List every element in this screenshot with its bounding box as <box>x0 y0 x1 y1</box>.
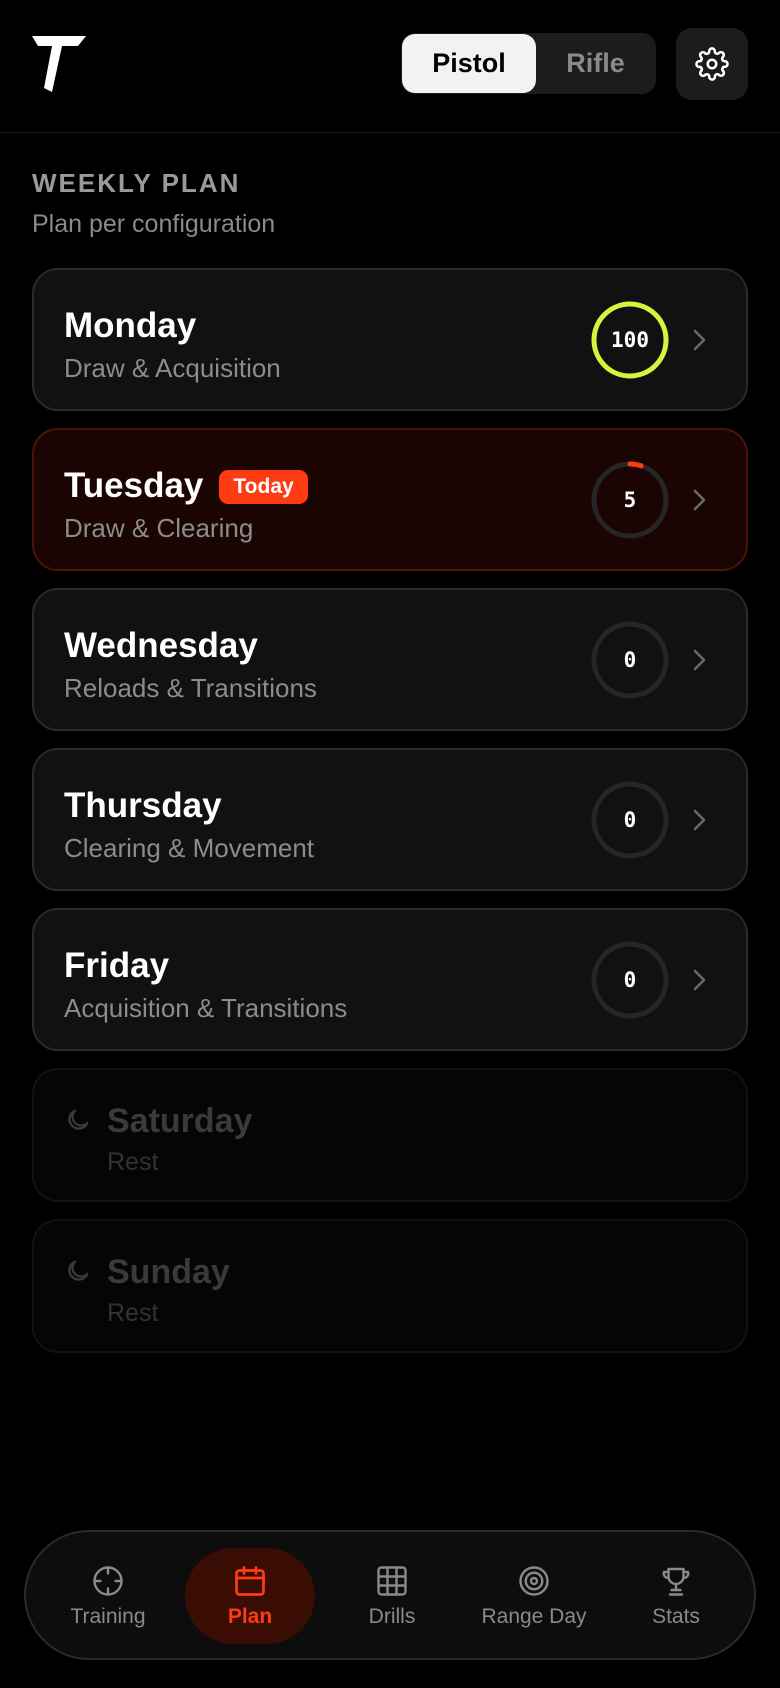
moon-icon <box>68 1260 89 1281</box>
trophy-icon <box>662 1567 690 1596</box>
chevron-right-icon <box>693 649 706 671</box>
day-focus: Acquisition & Transitions <box>64 993 348 1023</box>
progress-ring: 5 <box>590 460 670 540</box>
nav-range-day[interactable]: Range Day <box>469 1548 599 1644</box>
calendar-icon <box>235 1566 265 1596</box>
day-card-thursday[interactable]: Thursday Clearing & Movement 0 <box>32 748 748 891</box>
nav-training[interactable]: Training <box>43 1548 173 1644</box>
section-subtitle: Plan per configuration <box>32 210 276 238</box>
chevron-right-icon <box>693 329 706 351</box>
top-bar: Pistol Rifle <box>0 0 780 133</box>
progress-value: 100 <box>611 328 649 352</box>
weapon-segmented-control: Pistol Rifle <box>401 33 656 94</box>
progress-value: 5 <box>623 488 637 512</box>
target-icon <box>519 1566 549 1596</box>
chevron-right-icon <box>693 809 706 831</box>
day-card-monday[interactable]: Monday Draw & Acquisition 100 <box>32 268 748 411</box>
chevron-right-icon <box>693 489 706 511</box>
day-name: Saturday <box>107 1102 253 1140</box>
nav-label: Range Day <box>481 1605 587 1628</box>
day-name: Wednesday <box>64 626 258 665</box>
progress-value: 0 <box>623 648 637 672</box>
day-name: Tuesday Today <box>64 466 308 506</box>
day-card-tuesday[interactable]: Tuesday Today Draw & Clearing 5 <box>32 428 748 571</box>
bottom-nav: Training Plan Drills Range Day Stats <box>24 1530 756 1660</box>
nav-drills[interactable]: Drills <box>327 1548 457 1644</box>
progress-ring: 0 <box>590 620 670 700</box>
day-focus: Reloads & Transitions <box>64 673 317 703</box>
nav-stats[interactable]: Stats <box>611 1548 741 1644</box>
segment-pistol[interactable]: Pistol <box>402 34 536 93</box>
day-focus: Draw & Acquisition <box>64 353 281 383</box>
chevron-right-icon <box>693 969 706 991</box>
rest-card-saturday: Saturday Rest <box>32 1068 748 1202</box>
nav-label: Training <box>70 1605 146 1628</box>
nav-plan[interactable]: Plan <box>185 1548 315 1644</box>
section-title: WEEKLY PLAN <box>32 168 241 198</box>
day-card-wednesday[interactable]: Wednesday Reloads & Transitions 0 <box>32 588 748 731</box>
app-screen: Pistol Rifle WEEKLY PLAN Plan per config… <box>0 0 780 1688</box>
progress-ring: 0 <box>590 780 670 860</box>
nav-label: Drills <box>368 1605 416 1628</box>
day-name-text: Tuesday <box>64 466 204 505</box>
nav-label: Plan <box>227 1605 273 1628</box>
progress-value: 0 <box>623 968 637 992</box>
day-focus: Clearing & Movement <box>64 833 314 863</box>
day-list: Monday Draw & Acquisition 100 Tuesday Tod… <box>32 268 748 1370</box>
progress-ring: 0 <box>590 940 670 1020</box>
today-badge: Today <box>219 470 308 504</box>
segment-rifle[interactable]: Rifle <box>536 34 655 93</box>
crosshair-icon <box>93 1566 123 1596</box>
day-name: Friday <box>64 946 170 985</box>
day-focus: Rest <box>107 1148 159 1176</box>
day-name: Monday <box>64 306 197 345</box>
day-name: Sunday <box>107 1253 230 1291</box>
grid-icon <box>377 1566 407 1596</box>
day-card-friday[interactable]: Friday Acquisition & Transitions 0 <box>32 908 748 1051</box>
gear-icon <box>695 47 729 81</box>
moon-icon <box>68 1109 89 1130</box>
day-focus: Draw & Clearing <box>64 513 254 543</box>
progress-ring: 100 <box>590 300 670 380</box>
nav-label: Stats <box>652 1605 700 1628</box>
progress-value: 0 <box>623 808 637 832</box>
app-logo <box>32 36 86 92</box>
settings-button[interactable] <box>676 28 748 100</box>
day-focus: Rest <box>107 1299 159 1327</box>
day-name: Thursday <box>64 786 222 825</box>
rest-card-sunday: Sunday Rest <box>32 1219 748 1353</box>
